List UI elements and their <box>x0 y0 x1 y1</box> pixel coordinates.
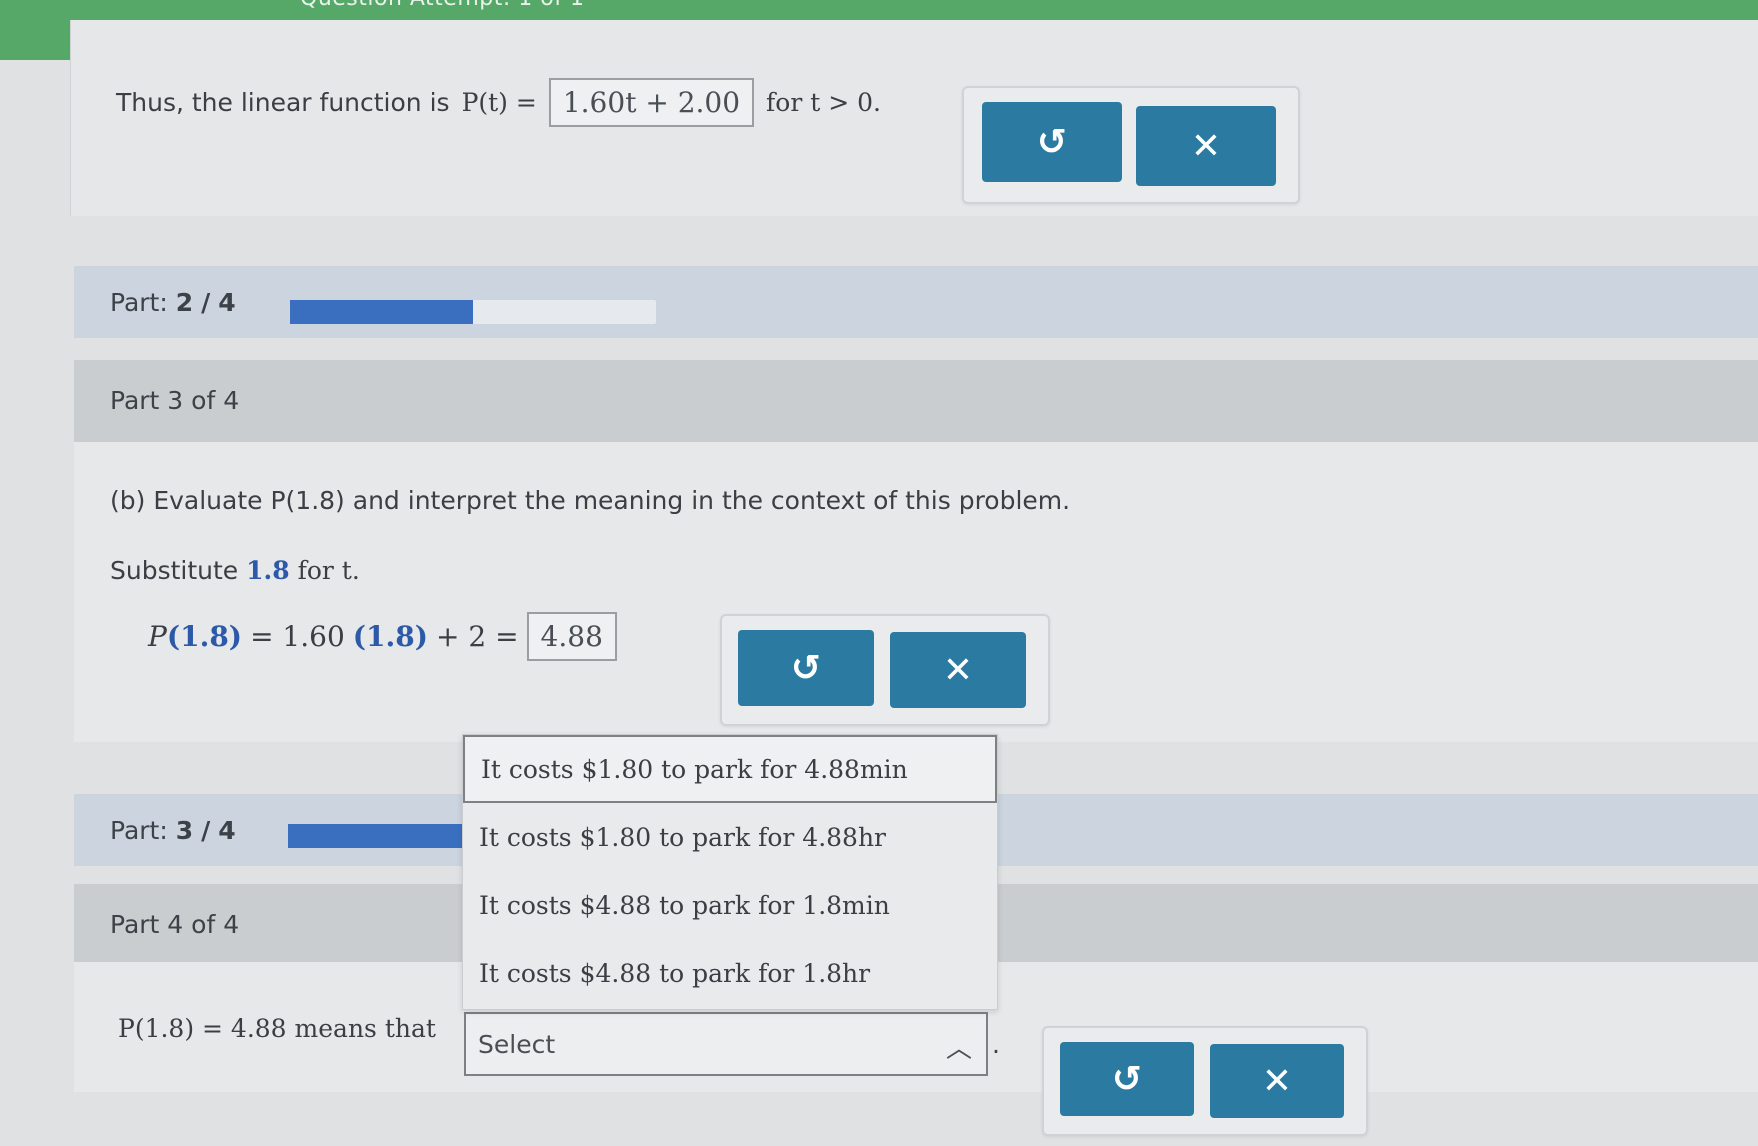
interpretation-dropdown-list: It costs $1.80 to park for 4.88min It co… <box>462 734 998 1010</box>
undo-button[interactable]: ↺ <box>1060 1042 1194 1116</box>
clear-button[interactable]: ✕ <box>890 632 1026 708</box>
part-3-title: Part 3 of 4 <box>110 386 240 415</box>
progress-label: Part: 3 / 4 <box>110 816 236 845</box>
linear-function-prefix: Thus, the linear function is <box>116 88 450 117</box>
part-3-question-text: (b) Evaluate P(1.8) and interpret the me… <box>110 486 1071 515</box>
dropdown-option[interactable]: It costs $1.80 to park for 4.88min <box>463 735 997 803</box>
part-4-statement: P(1.8) = 4.88 means that <box>118 1014 436 1043</box>
linear-function-line: Thus, the linear function is P(t) = 1.60… <box>116 78 881 127</box>
dropdown-option[interactable]: It costs $4.88 to park for 1.8min <box>463 871 997 939</box>
eq-lhs: P <box>148 620 167 653</box>
chevron-up-icon: ︿ <box>945 1034 972 1064</box>
part-3-button-group: ↺ ✕ <box>720 614 1050 726</box>
part-4-title: Part 4 of 4 <box>110 910 240 939</box>
eq-rhs: + 2 = <box>436 620 519 653</box>
dropdown-option[interactable]: It costs $1.80 to park for 4.88hr <box>463 803 997 871</box>
interpretation-select[interactable]: Select ︿ <box>464 1012 988 1076</box>
dropdown-option[interactable]: It costs $4.88 to park for 1.8hr <box>463 939 997 1007</box>
part-3-header: Part 3 of 4 <box>74 360 1758 442</box>
question-attempt-title: Question Attempt: 1 of 1 <box>300 0 584 11</box>
progress-track <box>290 300 656 324</box>
clear-button[interactable]: ✕ <box>1210 1044 1344 1118</box>
function-lhs: P(t) = <box>461 88 537 117</box>
part-3-question: (b) Evaluate P(1.8) and interpret the me… <box>110 486 1070 515</box>
eq-arg-2: (1.8) <box>352 620 428 653</box>
eq-arg: (1.8) <box>166 620 243 653</box>
undo-button[interactable]: ↺ <box>738 630 874 706</box>
substitute-line: Substitute 1.8 for t. <box>110 556 360 585</box>
clear-button[interactable]: ✕ <box>1136 106 1276 186</box>
select-placeholder: Select <box>478 1029 556 1059</box>
evaluation-answer[interactable]: 4.88 <box>526 612 617 661</box>
trailing-period: . <box>992 1030 1000 1059</box>
linear-function-answer[interactable]: 1.60t + 2.00 <box>548 78 755 127</box>
part-2-button-group: ↺ ✕ <box>962 86 1300 204</box>
progress-bar-part-2: Part: 2 / 4 <box>74 266 1758 338</box>
progress-label: Part: 2 / 4 <box>110 288 236 317</box>
progress-fill <box>290 300 473 324</box>
undo-button[interactable]: ↺ <box>982 102 1122 182</box>
part-4-button-group: ↺ ✕ <box>1042 1026 1368 1136</box>
eq-mid: = 1.60 <box>250 620 345 653</box>
evaluation-equation: P(1.8) = 1.60 (1.8) + 2 = 4.88 <box>148 612 617 661</box>
domain-text: for t > 0. <box>766 88 881 117</box>
substitute-suffix: for t. <box>297 556 360 585</box>
substitute-value: 1.8 <box>246 556 290 585</box>
substitute-prefix: Substitute <box>110 556 239 585</box>
